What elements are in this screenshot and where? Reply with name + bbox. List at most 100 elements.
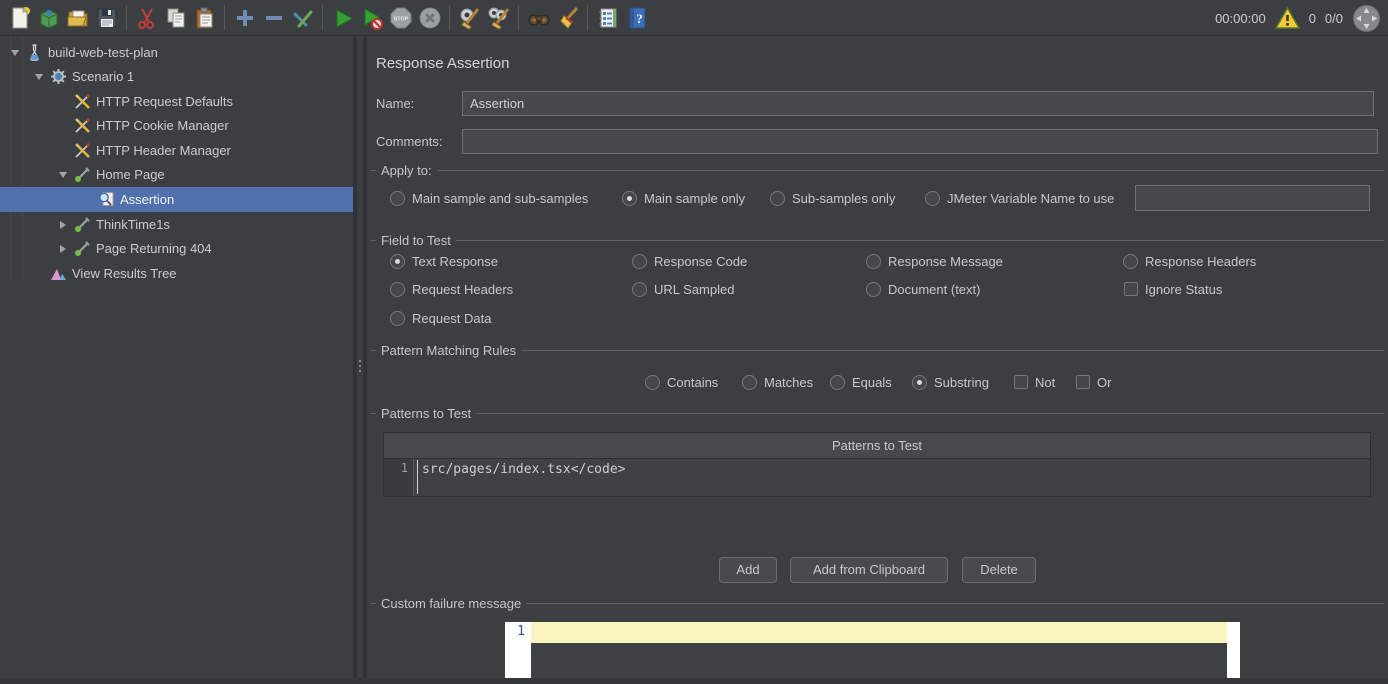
radio-request-data[interactable]: Request Data	[390, 309, 492, 327]
radio-main-sample-only[interactable]: Main sample only	[622, 189, 745, 207]
start-icon[interactable]	[328, 3, 357, 32]
tree-item-http-cookie-manager[interactable]: HTTP Cookie Manager	[0, 113, 353, 138]
toolbar-separator	[224, 5, 225, 30]
name-label: Name:	[376, 96, 414, 112]
tree-item-home-page[interactable]: Home Page	[0, 162, 353, 187]
response-assertion-panel: Response Assertion Name: Comments: Apply…	[367, 36, 1388, 684]
field-to-test-group-title: Field to Test	[376, 233, 456, 248]
paste-icon[interactable]	[190, 3, 219, 32]
toolbar-separator	[449, 5, 450, 30]
assertion-icon	[98, 191, 115, 208]
svg-text:STOP: STOP	[393, 16, 408, 22]
tree-main-splitter[interactable]	[353, 36, 367, 684]
radio-main-sample-and-sub-samples[interactable]: Main sample and sub-samples	[390, 189, 588, 207]
page-title: Response Assertion	[376, 55, 509, 72]
radio-request-headers[interactable]: Request Headers	[390, 280, 513, 298]
save-icon[interactable]	[92, 3, 121, 32]
sampler-icon	[74, 166, 91, 183]
tree-item-http-request-defaults[interactable]: HTTP Request Defaults	[0, 89, 353, 114]
expander-open-icon[interactable]	[52, 172, 74, 178]
row-number: 1	[384, 461, 408, 475]
toolbar-separator	[126, 5, 127, 30]
results-tree-icon	[50, 265, 67, 282]
radio-jmeter-variable-name[interactable]: JMeter Variable Name to use	[925, 189, 1114, 207]
shutdown-icon[interactable]	[415, 3, 444, 32]
toolbar: STOP ? 00:00:00 0 0/0	[0, 0, 1388, 36]
editor-current-line-highlight[interactable]	[531, 622, 1227, 643]
radio-substring[interactable]: Substring	[912, 373, 989, 391]
elapsed-timer: 00:00:00	[1215, 11, 1266, 26]
sampler-icon	[74, 240, 91, 257]
radio-equals[interactable]: Equals	[830, 373, 892, 391]
collapse-all-icon[interactable]	[259, 3, 288, 32]
radio-response-message[interactable]: Response Message	[866, 252, 1003, 270]
editor-line-number: 1	[505, 624, 525, 639]
patterns-to-test-group-title: Patterns to Test	[376, 406, 476, 421]
add-from-clipboard-button[interactable]: Add from Clipboard	[790, 557, 948, 583]
custom-failure-message-editor[interactable]: 1	[505, 622, 1240, 678]
toolbar-status: 00:00:00 0 0/0	[1215, 0, 1381, 36]
copy-icon[interactable]	[161, 3, 190, 32]
checkbox-or[interactable]: Or	[1076, 373, 1111, 391]
expander-closed-icon[interactable]	[52, 221, 74, 229]
tree-item-assertion[interactable]: Assertion	[0, 187, 353, 212]
custom-failure-message-title: Custom failure message	[376, 596, 526, 611]
tree-item-test-plan[interactable]: build-web-test-plan	[0, 40, 353, 65]
threads-indicator-icon	[1352, 4, 1381, 33]
radio-contains[interactable]: Contains	[645, 373, 718, 391]
add-button[interactable]: Add	[719, 557, 777, 583]
thread-group-gear-icon	[50, 68, 67, 85]
config-element-icon	[74, 93, 91, 110]
checkbox-ignore-status[interactable]: Ignore Status	[1124, 280, 1222, 298]
toggle-icon[interactable]	[288, 3, 317, 32]
clear-icon[interactable]	[455, 3, 484, 32]
search-icon[interactable]	[524, 3, 553, 32]
tree-item-scenario-1[interactable]: Scenario 1	[0, 64, 353, 89]
tree-item-thinktime1s[interactable]: ThinkTime1s	[0, 212, 353, 237]
open-icon[interactable]	[63, 3, 92, 32]
checkbox-not[interactable]: Not	[1014, 373, 1055, 391]
apply-to-group-title: Apply to:	[376, 163, 437, 178]
radio-text-response[interactable]: Text Response	[390, 252, 498, 270]
expander-open-icon[interactable]	[28, 74, 50, 80]
radio-response-headers[interactable]: Response Headers	[1123, 252, 1256, 270]
help-icon[interactable]: ?	[622, 3, 651, 32]
clear-search-icon[interactable]	[553, 3, 582, 32]
toolbar-separator	[518, 5, 519, 30]
delete-button[interactable]: Delete	[962, 557, 1036, 583]
stop-icon[interactable]: STOP	[386, 3, 415, 32]
templates-icon[interactable]	[34, 3, 63, 32]
comments-input[interactable]	[462, 129, 1378, 154]
radio-sub-samples-only[interactable]: Sub-samples only	[770, 189, 895, 207]
text-caret	[417, 460, 418, 494]
sampler-icon	[74, 216, 91, 233]
cut-icon[interactable]	[132, 3, 161, 32]
splitter-grip[interactable]	[359, 360, 361, 362]
patterns-table[interactable]: Patterns to Test 1 src/pages/index.tsx</…	[383, 432, 1371, 497]
pattern-matching-rules-title: Pattern Matching Rules	[376, 343, 521, 358]
log-warning-icon[interactable]	[1275, 7, 1300, 29]
radio-document-text[interactable]: Document (text)	[866, 280, 980, 298]
jmeter-variable-input[interactable]	[1135, 185, 1370, 211]
radio-matches[interactable]: Matches	[742, 373, 813, 391]
expand-all-icon[interactable]	[230, 3, 259, 32]
test-plan-tree: build-web-test-plan Scenario 1 HTTP Requ…	[0, 36, 353, 684]
patterns-table-body[interactable]: 1 src/pages/index.tsx</code>	[384, 459, 1370, 496]
tree-item-view-results-tree[interactable]: View Results Tree	[0, 261, 353, 286]
radio-url-sampled[interactable]: URL Sampled	[632, 280, 734, 298]
new-file-icon[interactable]	[5, 3, 34, 32]
expander-open-icon[interactable]	[4, 50, 26, 56]
toolbar-separator	[322, 5, 323, 30]
start-no-pauses-icon[interactable]	[357, 3, 386, 32]
radio-response-code[interactable]: Response Code	[632, 252, 747, 270]
comments-label: Comments:	[376, 134, 442, 150]
name-input[interactable]	[462, 91, 1374, 116]
tree-item-http-header-manager[interactable]: HTTP Header Manager	[0, 138, 353, 163]
pattern-cell-value[interactable]: src/pages/index.tsx</code>	[422, 462, 626, 477]
expander-closed-icon[interactable]	[52, 245, 74, 253]
editor-scrollbar[interactable]	[1227, 622, 1240, 678]
tree-item-page-returning-404[interactable]: Page Returning 404	[0, 236, 353, 261]
thread-count: 0/0	[1325, 11, 1343, 26]
function-helper-icon[interactable]	[593, 3, 622, 32]
clear-all-icon[interactable]	[484, 3, 513, 32]
